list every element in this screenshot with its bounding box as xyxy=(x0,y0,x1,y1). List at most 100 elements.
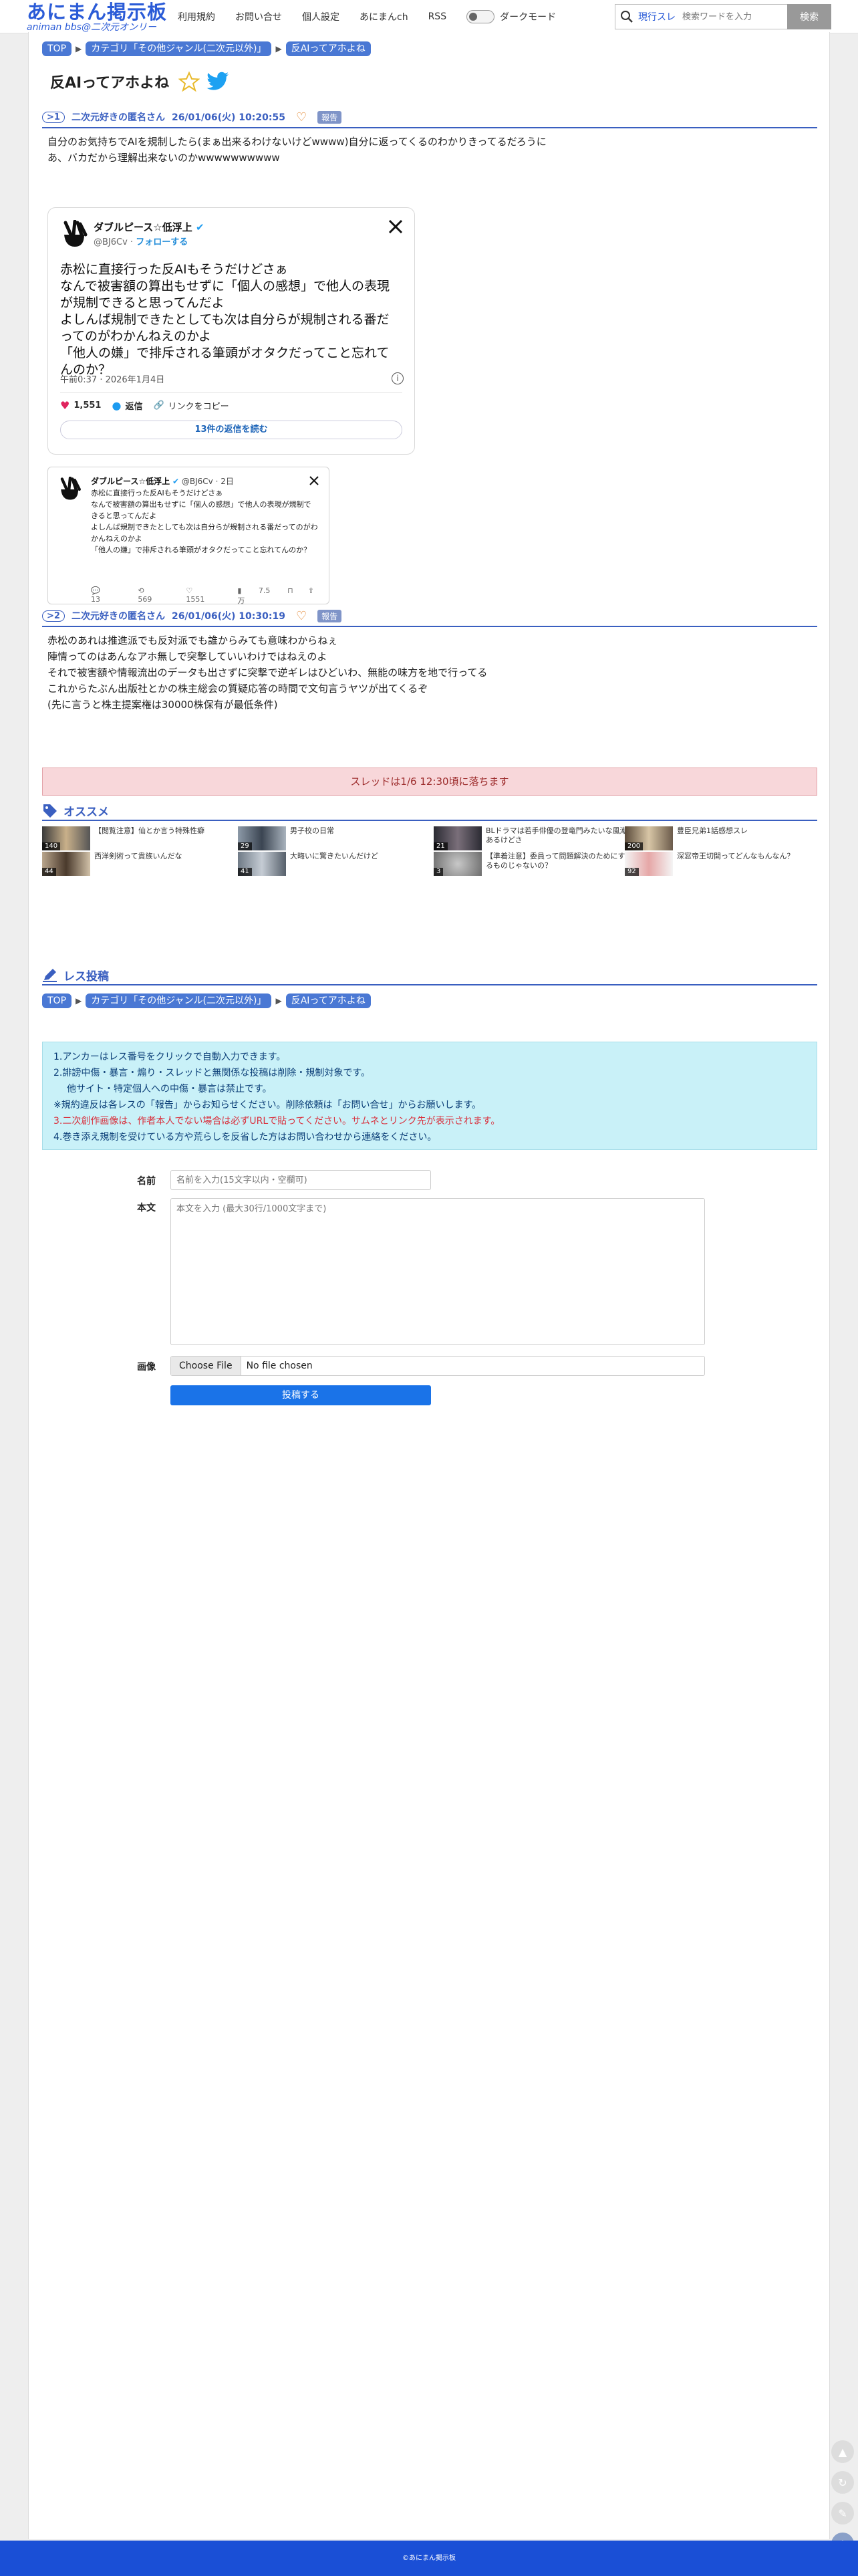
breadcrumb-top[interactable]: TOP xyxy=(42,41,72,56)
recommend-item[interactable]: 3 【準着注意】委員って問題解決のためにするものじゃないの？ xyxy=(434,852,627,877)
site-logo[interactable]: あにまん掲示板 animan bbs@二次元オンリー xyxy=(27,1,174,32)
copy-link-label: リンクをコピー xyxy=(168,402,229,412)
edit-icon[interactable]: ✎ xyxy=(831,2502,854,2525)
recommend-item-title: 【準着注意】委員って問題解決のためにするものじゃないの？ xyxy=(486,852,625,870)
star-icon[interactable] xyxy=(178,71,200,92)
peace-sign-avatar xyxy=(60,477,81,500)
breadcrumb-thread[interactable]: 反AIってアホよね xyxy=(285,993,371,1008)
bar-chart-icon: ▮ xyxy=(237,586,244,595)
search-button[interactable]: 検索 xyxy=(787,4,831,29)
name-field[interactable] xyxy=(170,1170,431,1190)
recommend-item[interactable]: 140 【閲覧注意】仙とか言う特殊性癖 xyxy=(42,826,236,852)
share-icon[interactable]: ⇧ xyxy=(308,586,314,606)
reply-count[interactable]: 💬 13 xyxy=(91,586,123,606)
nav-animanch[interactable]: あにまんch xyxy=(360,10,408,23)
post-line: 赤松のあれは推進派でも反対派でも誰からみても意味わからねぇ xyxy=(47,634,338,647)
heart-icon[interactable]: ♡ xyxy=(296,609,307,623)
twitter-bird-icon[interactable] xyxy=(206,72,229,92)
divider xyxy=(60,392,402,393)
thumbnail: 21 xyxy=(434,826,482,850)
recommend-item-title: BLドラマは若手俳優の登竜門みたいな風潮あるけどさ xyxy=(486,826,627,844)
recommend-item[interactable]: 44 西洋剣術って貴族いんだな xyxy=(42,852,236,877)
current-threads-link[interactable]: 現行スレ xyxy=(638,10,676,23)
retweet-count[interactable]: ⟲ 569 xyxy=(138,586,171,606)
report-button[interactable]: 報告 xyxy=(317,609,342,622)
post-date: 26/01/06(火) 10:20:55 xyxy=(171,112,285,123)
page: あにまん掲示板 animan bbs@二次元オンリー 利用規約 お問い合せ 個人… xyxy=(0,0,858,2576)
like-count-value: 1551 xyxy=(186,595,205,604)
nav-terms[interactable]: 利用規約 xyxy=(178,10,215,23)
dark-mode-label: ダークモード xyxy=(500,12,557,23)
reload-icon[interactable]: ↻ xyxy=(831,2471,854,2494)
info-icon[interactable]: i xyxy=(392,372,404,384)
post-line: (先に言うと株主提案権は30000株保有が最低条件) xyxy=(47,699,278,711)
nav-contact[interactable]: お問い合せ xyxy=(235,10,282,23)
nav-rss[interactable]: RSS xyxy=(428,11,447,22)
tweet-timestamp[interactable]: 午前0:37 · 2026年1月4日 xyxy=(60,372,164,385)
search-input[interactable] xyxy=(682,7,782,27)
tweet-line: 赤松に直接行った反AIもそうだけどさぁ xyxy=(60,262,288,277)
link-icon: 🔗 xyxy=(153,400,164,411)
chevron-right-icon: ▶ xyxy=(275,44,282,53)
main-content: TOP ▶ カテゴリ「その他ジャンル(二次元以外)」 ▶ 反AIってアホよね 反… xyxy=(28,32,830,2539)
recommend-item-title: 男子校の日常 xyxy=(290,826,334,835)
reply-count-value: 13 xyxy=(91,595,100,604)
x-logo-icon[interactable] xyxy=(309,475,319,486)
comment-count: 44 xyxy=(42,868,56,876)
reply-icon: 💬 xyxy=(91,586,100,595)
comment-count: 3 xyxy=(434,868,444,876)
logo-title: あにまん掲示板 xyxy=(27,1,168,23)
view-count[interactable]: ▮ 7.5万 xyxy=(237,586,273,606)
recommend-item-title: 西洋剣術って貴族いんだな xyxy=(94,852,182,860)
recommend-item[interactable]: 41 大晦いに驚きたいんだけど xyxy=(238,852,432,877)
body-textarea[interactable] xyxy=(170,1198,705,1345)
choose-file-button[interactable]: Choose File xyxy=(171,1357,241,1375)
verified-badge-icon: ✔ xyxy=(172,477,180,486)
dark-mode-toggle[interactable] xyxy=(466,10,495,23)
report-button[interactable]: 報告 xyxy=(317,110,342,124)
chevron-right-icon: ▶ xyxy=(76,44,82,53)
copy-link-action[interactable]: 🔗 リンクをコピー xyxy=(153,399,239,412)
bookmark-icon[interactable]: ⊓ xyxy=(287,586,293,606)
tweet-text: 赤松に直接行った反AIもそうだけどさぁ なんで被害額の算出もせずに「個人の感想」… xyxy=(60,261,401,378)
breadcrumb-top[interactable]: TOP xyxy=(42,993,72,1008)
res-number[interactable]: >1 xyxy=(42,111,65,123)
verified-badge-icon: ✔ xyxy=(195,221,204,233)
like-count[interactable]: ♡ 1551 xyxy=(186,586,223,606)
breadcrumb-category[interactable]: カテゴリ「その他ジャンル(二次元以外)」 xyxy=(86,993,272,1008)
breadcrumb-category[interactable]: カテゴリ「その他ジャンル(二次元以外)」 xyxy=(86,41,272,56)
image-file-input[interactable]: Choose File No file chosen xyxy=(170,1356,705,1376)
res-number[interactable]: >2 xyxy=(42,610,65,622)
image-label: 画像 xyxy=(137,1362,156,1373)
heart-icon: ♡ xyxy=(186,586,193,595)
reply-action[interactable]: ● 返信 xyxy=(112,399,142,412)
recommend-item[interactable]: 21 BLドラマは若手俳優の登竜門みたいな風潮あるけどさ xyxy=(434,826,627,852)
scroll-top-icon[interactable]: ▲ xyxy=(831,2440,854,2463)
recommend-item[interactable]: 200 豊臣兄弟1話感想スレ xyxy=(625,826,819,852)
tweet-line: 赤松に直接行った反AIもそうだけどさぁ xyxy=(91,489,223,497)
recommend-item[interactable]: 92 深窓帝王切開ってどんなもんなん？ xyxy=(625,852,819,877)
quoted-tweet[interactable]: ダブルピース☆低浮上 ✔ @BJ6Cv · 2日 赤松に直接行った反AIもそうだ… xyxy=(47,467,329,606)
reply-label: 返信 xyxy=(125,402,143,412)
x-logo-icon[interactable] xyxy=(388,219,404,235)
reply-bubble-icon: ● xyxy=(112,399,122,412)
quoted-handle: @BJ6Cv · 2日 xyxy=(181,477,234,486)
tag-icon xyxy=(43,804,57,818)
recommend-item[interactable]: 29 男子校の日常 xyxy=(238,826,432,852)
like-action[interactable]: ♥ 1,551 xyxy=(60,399,101,412)
chevron-right-icon: ▶ xyxy=(275,996,282,1006)
thumbnail: 41 xyxy=(238,852,286,876)
tweet-line: なんで被害額の算出もせずに「個人の感想」で他人の表現が規制できると思ってんだよ xyxy=(91,500,311,520)
tweet-embed[interactable]: ダブルピース☆低浮上 ✔ @BJ6Cv · フォローする 赤松に直接行った反AI… xyxy=(47,207,415,455)
chevron-right-icon: ▶ xyxy=(76,996,82,1006)
heart-icon[interactable]: ♡ xyxy=(296,110,307,124)
nav-settings[interactable]: 個人設定 xyxy=(302,10,339,23)
follow-link[interactable]: フォローする xyxy=(136,237,188,247)
post-header: >1 二次元好きの匿名さん 26/01/06(火) 10:20:55 ♡ 報告 xyxy=(42,107,817,128)
pencil-icon xyxy=(43,969,57,982)
read-replies-button[interactable]: 13件の返信を読む xyxy=(60,421,402,439)
comment-count: 92 xyxy=(625,868,639,876)
post-body: 自分のお気持ちでAIを規制したら(まぁ出来るわけないけどwwww)自分に返ってく… xyxy=(47,134,547,166)
breadcrumb-thread[interactable]: 反AIってアホよね xyxy=(285,41,371,56)
submit-button[interactable]: 投稿する xyxy=(170,1385,431,1405)
